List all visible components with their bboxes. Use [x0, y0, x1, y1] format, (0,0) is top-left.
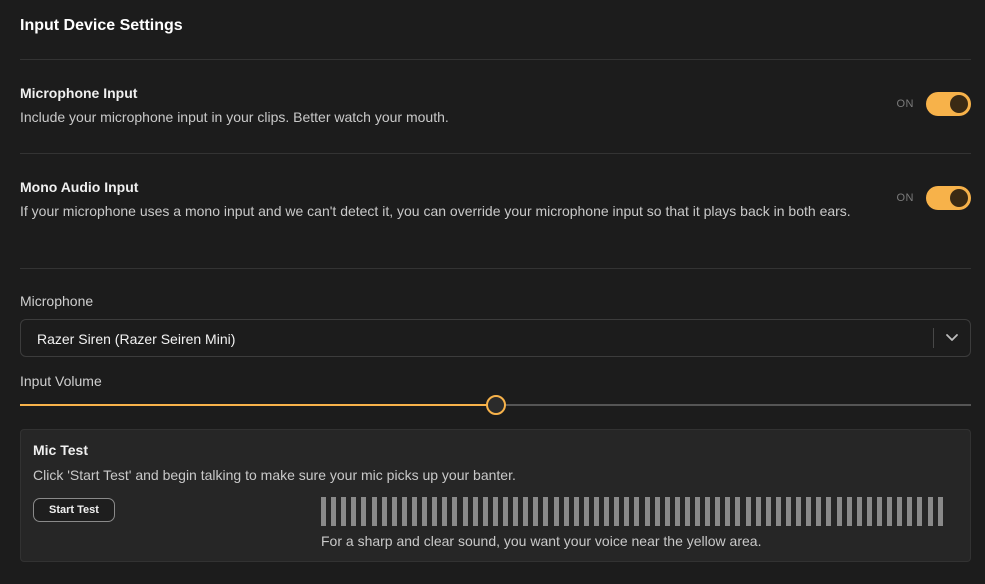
meter-bar — [604, 497, 610, 526]
page-title: Input Device Settings — [20, 17, 183, 34]
meter-bar — [937, 497, 943, 526]
slider-thumb[interactable] — [485, 395, 506, 415]
setting-mono-audio-input: Mono Audio Input If your microphone uses… — [20, 179, 971, 222]
divider — [20, 268, 971, 269]
meter-bar — [502, 497, 508, 526]
mono-audio-input-toggle[interactable] — [926, 186, 971, 210]
input-volume-slider[interactable] — [20, 395, 971, 415]
toggle-knob — [950, 95, 968, 113]
meter-bar — [715, 497, 721, 526]
setting-description: If your microphone uses a mono input and… — [20, 203, 851, 219]
meter-bar — [816, 497, 822, 526]
meter-bar — [755, 497, 761, 526]
divider — [20, 153, 971, 154]
mic-test-hint: For a sharp and clear sound, you want yo… — [321, 533, 762, 549]
meter-bar — [593, 497, 599, 526]
meter-bar — [907, 497, 913, 526]
microphone-select-value: Razer Siren (Razer Seiren Mini) — [37, 331, 236, 347]
meter-bar — [321, 497, 326, 526]
meter-bar — [553, 497, 559, 526]
meter-bar — [725, 497, 731, 526]
meter-bar — [482, 497, 488, 526]
meter-bar — [654, 497, 660, 526]
meter-bar — [684, 497, 690, 526]
meter-bar — [856, 497, 862, 526]
mono-audio-toggle-group: ON — [896, 186, 971, 210]
meter-bar — [614, 497, 620, 526]
meter-bar — [735, 497, 741, 526]
mic-test-title: Mic Test — [33, 442, 88, 458]
meter-bar — [462, 497, 468, 526]
meter-bar — [331, 497, 337, 526]
toggle-state-label: ON — [896, 192, 914, 204]
meter-bar — [624, 497, 630, 526]
mic-test-description: Click 'Start Test' and begin talking to … — [33, 467, 516, 483]
meter-bar — [806, 497, 812, 526]
meter-bar — [765, 497, 771, 526]
meter-bar — [695, 497, 701, 526]
meter-bar — [644, 497, 650, 526]
meter-bar — [745, 497, 751, 526]
microphone-label: Microphone — [20, 293, 94, 309]
setting-title: Microphone Input — [20, 85, 138, 101]
meter-bar — [422, 497, 428, 526]
meter-bar — [442, 497, 448, 526]
meter-bar — [866, 497, 872, 526]
meter-bar — [361, 497, 367, 526]
meter-bar — [634, 497, 640, 526]
meter-bar — [533, 497, 539, 526]
meter-bar — [563, 497, 569, 526]
meter-bar — [371, 497, 377, 526]
meter-bar — [786, 497, 792, 526]
start-test-button[interactable]: Start Test — [33, 498, 115, 522]
meter-bar — [513, 497, 519, 526]
meter-bar — [826, 497, 832, 526]
setting-description: Include your microphone input in your cl… — [20, 109, 449, 125]
meter-bar — [664, 497, 670, 526]
input-volume-label: Input Volume — [20, 373, 102, 389]
meter-bar — [927, 497, 933, 526]
meter-bar — [492, 497, 498, 526]
meter-bar — [411, 497, 417, 526]
meter-bar — [796, 497, 802, 526]
select-separator — [933, 328, 934, 348]
meter-bar — [836, 497, 842, 526]
meter-bar — [846, 497, 852, 526]
meter-bar — [877, 497, 883, 526]
microphone-select[interactable]: Razer Siren (Razer Seiren Mini) — [20, 319, 971, 357]
meter-bar — [897, 497, 903, 526]
slider-fill — [20, 404, 496, 406]
meter-bar — [381, 497, 387, 526]
meter-bar — [472, 497, 478, 526]
meter-bar — [543, 497, 549, 526]
meter-bar — [391, 497, 397, 526]
setting-microphone-input: Microphone Input Include your microphone… — [20, 85, 971, 128]
meter-bar — [401, 497, 407, 526]
meter-bar — [341, 497, 347, 526]
meter-bar — [351, 497, 357, 526]
chevron-down-icon[interactable] — [944, 329, 960, 345]
divider — [20, 59, 971, 60]
meter-bar — [523, 497, 529, 526]
meter-bar — [705, 497, 711, 526]
setting-title: Mono Audio Input — [20, 179, 139, 195]
meter-bar — [573, 497, 579, 526]
meter-bar — [887, 497, 893, 526]
toggle-knob — [950, 189, 968, 207]
meter-bar — [583, 497, 589, 526]
meter-bar — [674, 497, 680, 526]
meter-bar — [775, 497, 781, 526]
meter-bar — [917, 497, 923, 526]
meter-bar — [432, 497, 438, 526]
microphone-input-toggle[interactable] — [926, 92, 971, 116]
mic-test-panel: Mic Test Click 'Start Test' and begin ta… — [20, 429, 971, 562]
microphone-input-toggle-group: ON — [896, 92, 971, 116]
toggle-state-label: ON — [896, 98, 914, 110]
meter-bar — [452, 497, 458, 526]
mic-level-meter — [321, 497, 943, 526]
